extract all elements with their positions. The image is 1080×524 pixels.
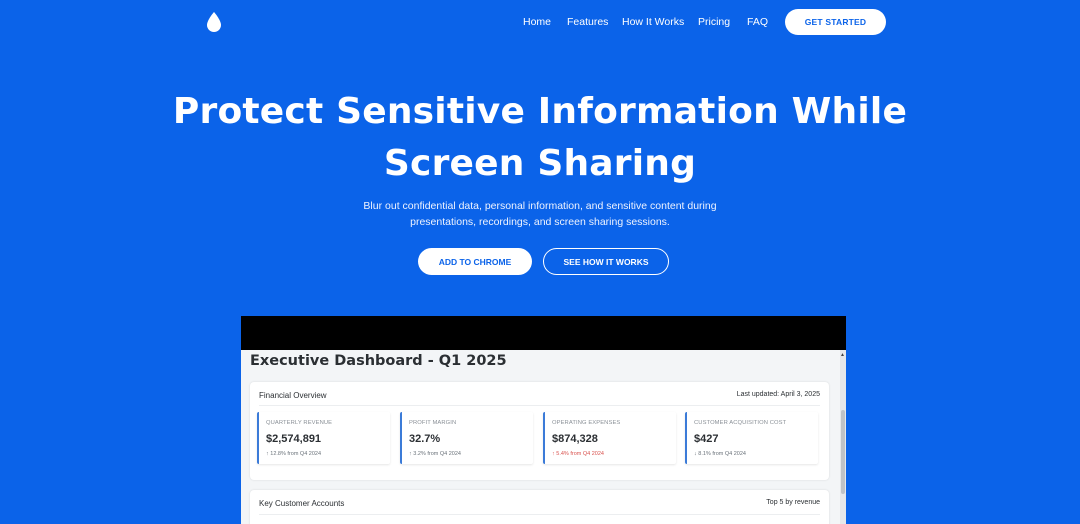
metric-label: CUSTOMER ACQUISITION COST: [694, 420, 787, 426]
nav-link-pricing[interactable]: Pricing: [698, 16, 730, 28]
add-to-chrome-button[interactable]: ADD TO CHROME: [418, 248, 532, 275]
metric-value: $874,328: [552, 433, 598, 445]
key-customer-accounts-card: Key Customer Accounts Top 5 by revenue: [250, 490, 829, 524]
metric-customer-acquisition-cost: CUSTOMER ACQUISITION COST $427 ↓ 8.1% fr…: [685, 412, 818, 464]
see-how-it-works-button[interactable]: SEE HOW IT WORKS: [543, 248, 669, 275]
metric-change: ↑ 3.2% from Q4 2024: [409, 451, 461, 457]
metric-value: $427: [694, 433, 719, 445]
metric-change: ↑ 12.8% from Q4 2024: [266, 451, 322, 457]
metric-change: ↑ 5.4% from Q4 2024: [552, 451, 604, 457]
dashboard-preview: Executive Dashboard - Q1 2025 ▲ Financia…: [241, 316, 846, 524]
metric-value: $2,574,891: [266, 433, 322, 445]
scrollbar-thumb[interactable]: [841, 410, 845, 494]
scrollbar[interactable]: ▲: [840, 350, 846, 524]
metric-quarterly-revenue: QUARTERLY REVENUE $2,574,891 ↑ 12.8% fro…: [257, 412, 390, 464]
nav-link-features[interactable]: Features: [567, 16, 608, 28]
water-drop-icon[interactable]: [206, 12, 222, 32]
dashboard-title: Executive Dashboard - Q1 2025: [250, 353, 507, 369]
preview-body: Executive Dashboard - Q1 2025 ▲ Financia…: [241, 350, 846, 524]
hero-subtitle: Blur out confidential data, personal inf…: [340, 199, 740, 230]
metric-change: ↓ 8.1% from Q4 2024: [694, 451, 746, 457]
metric-profit-margin: PROFIT MARGIN 32.7% ↑ 3.2% from Q4 2024: [400, 412, 533, 464]
metric-label: QUARTERLY REVENUE: [266, 420, 333, 426]
nav-link-home[interactable]: Home: [523, 16, 551, 28]
divider: [259, 405, 820, 406]
divider: [259, 514, 820, 515]
key-customer-accounts-heading: Key Customer Accounts: [259, 499, 345, 508]
get-started-button[interactable]: GET STARTED: [785, 9, 886, 35]
top-5-by-revenue-text: Top 5 by revenue: [766, 499, 820, 506]
nav-link-faq[interactable]: FAQ: [747, 16, 768, 28]
hero-title-line-1: Protect Sensitive Information While: [172, 91, 908, 132]
last-updated-text: Last updated: April 3, 2025: [736, 391, 820, 398]
financial-overview-heading: Financial Overview: [259, 391, 327, 400]
preview-black-bar: [241, 316, 846, 350]
metric-label: PROFIT MARGIN: [409, 420, 457, 426]
scroll-up-icon[interactable]: ▲: [840, 352, 845, 358]
hero-subtitle-line-2: presentations, recordings, and screen sh…: [410, 215, 670, 228]
top-nav: Home Features How It Works Pricing FAQ G…: [0, 0, 1080, 44]
metric-label: OPERATING EXPENSES: [552, 420, 621, 426]
metric-operating-expenses: OPERATING EXPENSES $874,328 ↑ 5.4% from …: [543, 412, 676, 464]
hero-title: Protect Sensitive Information While Scre…: [0, 86, 1080, 190]
hero-title-line-2: Screen Sharing: [383, 143, 697, 184]
metric-value: 32.7%: [409, 433, 441, 445]
hero-subtitle-line-1: Blur out confidential data, personal inf…: [363, 200, 717, 212]
nav-link-how-it-works[interactable]: How It Works: [622, 16, 684, 28]
financial-overview-card: Financial Overview Last updated: April 3…: [250, 382, 829, 480]
